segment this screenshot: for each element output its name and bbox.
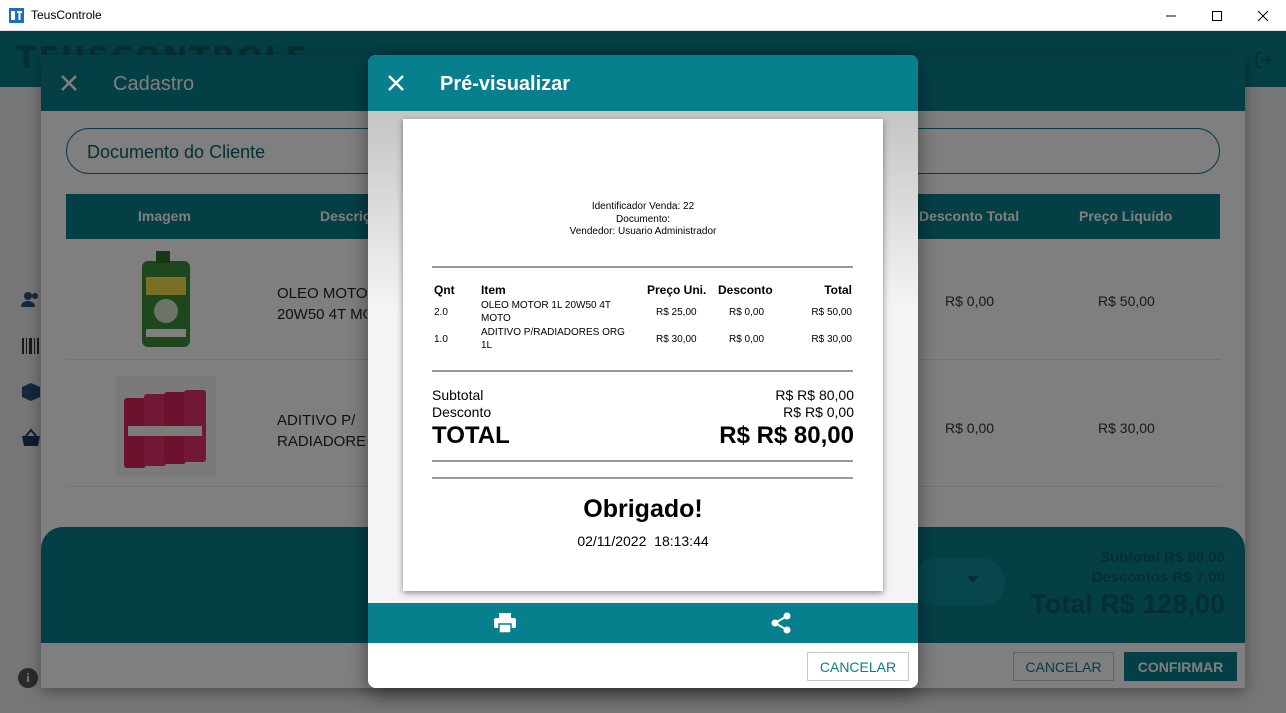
receipt-item-discount: R$ 0,00 bbox=[729, 307, 765, 318]
preview-title: Pré-visualizar bbox=[440, 73, 571, 95]
receipt-item-qty: 1.0 bbox=[434, 334, 448, 345]
receipt-col-item: Item bbox=[481, 283, 506, 297]
receipt-col-qty: Qnt bbox=[434, 283, 455, 297]
preview-header: Pré-visualizar bbox=[368, 55, 918, 111]
preview-dialog: Pré-visualizar Identificador Venda: 22 D… bbox=[368, 55, 918, 688]
close-window-button[interactable] bbox=[1240, 0, 1286, 31]
receipt-page: Identificador Venda: 22 Documento: Vende… bbox=[403, 119, 883, 591]
share-icon[interactable] bbox=[770, 612, 792, 634]
maximize-icon bbox=[1212, 10, 1222, 21]
receipt-discount-label: Desconto bbox=[432, 404, 492, 420]
receipt-item-total: R$ 50,00 bbox=[811, 307, 852, 318]
receipt-col-discount: Desconto bbox=[718, 283, 773, 297]
minimize-button[interactable] bbox=[1148, 0, 1194, 31]
receipt-datetime: 02/11/2022 18:13:44 bbox=[577, 533, 709, 549]
receipt-seller: Vendedor: Usuario Administrador bbox=[569, 226, 717, 237]
receipt-subtotal-label: Subtotal bbox=[432, 387, 484, 403]
receipt-item-discount: R$ 0,00 bbox=[729, 334, 765, 345]
preview-actions: CANCELAR bbox=[368, 643, 918, 688]
close-icon bbox=[1257, 10, 1269, 21]
receipt-item-name: OLEO MOTOR 1L 20W50 4T bbox=[481, 300, 612, 311]
receipt-item-name-cont: 1L bbox=[481, 340, 493, 351]
receipt-discount-value: R$ R$ 0,00 bbox=[783, 404, 854, 420]
receipt-item-name-cont: MOTO bbox=[481, 313, 511, 324]
divider bbox=[432, 477, 853, 479]
divider bbox=[432, 266, 853, 268]
receipt-item-total: R$ 30,00 bbox=[811, 334, 852, 345]
divider bbox=[432, 370, 853, 372]
receipt-sale-id: Identificador Venda: 22 bbox=[591, 201, 695, 212]
window-title-bar: TeusControle bbox=[0, 0, 1286, 31]
preview-toolbar bbox=[368, 603, 918, 643]
app-icon bbox=[9, 8, 24, 23]
receipt-document: Documento: bbox=[616, 214, 670, 225]
receipt-col-total: Total bbox=[824, 283, 852, 297]
close-icon[interactable] bbox=[386, 73, 406, 93]
receipt-canvas: Identificador Venda: 22 Documento: Vende… bbox=[368, 111, 918, 603]
maximize-button[interactable] bbox=[1194, 0, 1240, 31]
preview-cancel-button[interactable]: CANCELAR bbox=[807, 652, 909, 681]
receipt-item-qty: 2.0 bbox=[434, 307, 448, 318]
receipt-total-value: R$ R$ 80,00 bbox=[719, 422, 854, 449]
receipt-item-name: ADITIVO P/RADIADORES ORG bbox=[481, 327, 625, 338]
receipt-thanks: Obrigado! bbox=[583, 495, 703, 523]
receipt-subtotal-value: R$ R$ 80,00 bbox=[775, 387, 854, 403]
window-title: TeusControle bbox=[31, 8, 102, 22]
printer-icon[interactable] bbox=[494, 613, 516, 633]
receipt-item-unit-price: R$ 30,00 bbox=[656, 334, 697, 345]
receipt-item-unit-price: R$ 25,00 bbox=[656, 307, 697, 318]
receipt-col-unit-price: Preço Uni. bbox=[647, 283, 707, 297]
minimize-icon bbox=[1166, 15, 1176, 16]
receipt-total-label: TOTAL bbox=[432, 422, 510, 449]
divider bbox=[432, 460, 853, 462]
